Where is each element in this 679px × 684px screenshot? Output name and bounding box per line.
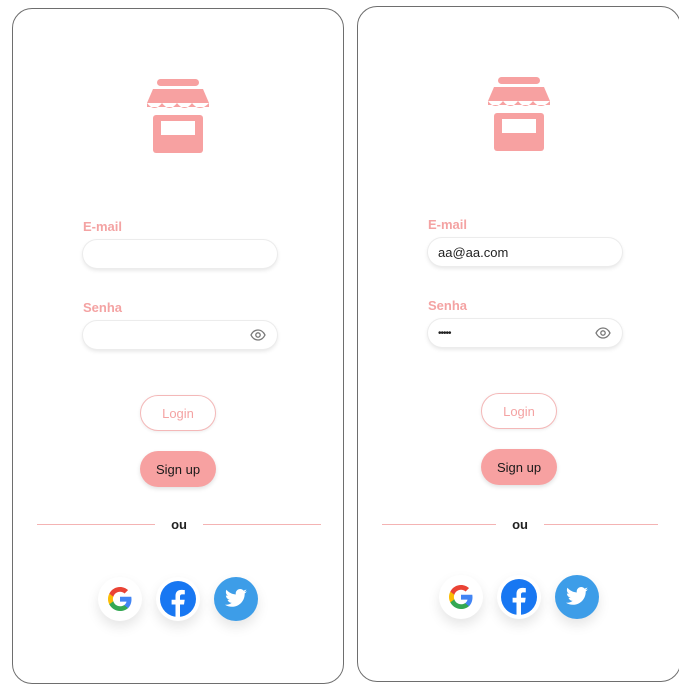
eye-icon[interactable] <box>594 324 612 342</box>
login-button[interactable]: Login <box>481 393 557 429</box>
signup-button[interactable]: Sign up <box>140 451 216 487</box>
divider-line <box>382 523 497 526</box>
divider-line <box>543 523 659 526</box>
storefront-icon <box>484 77 554 155</box>
storefront-icon <box>143 79 213 157</box>
divider-line <box>37 523 156 526</box>
email-field[interactable]: aa@aa.com <box>428 238 622 266</box>
login-button[interactable]: Login <box>140 395 216 431</box>
divider: ou <box>382 517 659 532</box>
social-login-row <box>358 575 679 619</box>
facebook-icon[interactable] <box>156 577 200 621</box>
email-value: aa@aa.com <box>438 244 509 260</box>
password-value: ••••• <box>438 327 452 339</box>
login-screen-empty: E-mail Senha Login Sign up ou <box>12 8 344 684</box>
facebook-icon[interactable] <box>497 575 541 619</box>
google-icon[interactable] <box>439 575 483 619</box>
email-field[interactable] <box>83 240 277 268</box>
password-field[interactable]: ••••• <box>428 319 622 347</box>
login-screen-filled: E-mail aa@aa.com Senha ••••• Login Sign … <box>357 6 679 682</box>
divider: ou <box>37 517 322 532</box>
email-label: E-mail <box>83 219 123 234</box>
eye-icon[interactable] <box>249 326 267 344</box>
signup-button[interactable]: Sign up <box>481 449 557 485</box>
divider-text: ou <box>171 517 187 532</box>
password-label: Senha <box>428 298 468 313</box>
divider-line <box>202 523 322 526</box>
twitter-icon[interactable] <box>214 577 258 621</box>
social-login-row <box>13 577 343 621</box>
divider-text: ou <box>512 517 528 532</box>
google-icon[interactable] <box>98 577 142 621</box>
password-field[interactable] <box>83 321 277 349</box>
twitter-icon[interactable] <box>555 575 599 619</box>
email-label: E-mail <box>428 217 468 232</box>
password-label: Senha <box>83 300 123 315</box>
